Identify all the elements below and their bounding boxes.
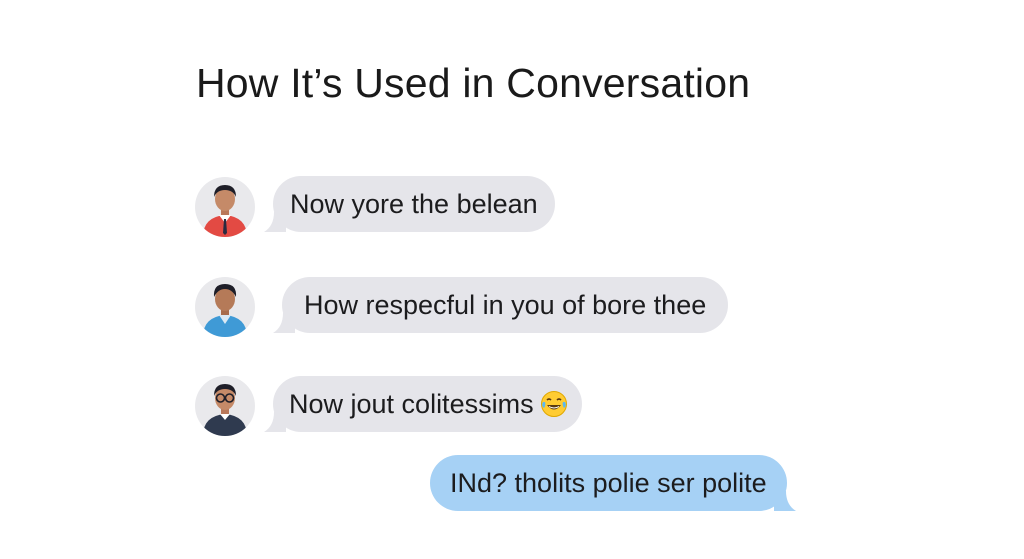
man-glasses-icon [203, 384, 247, 436]
bubble-tail [273, 309, 295, 333]
avatar[interactable] [195, 277, 255, 337]
man-red-shirt-icon [203, 185, 247, 237]
message-bubble-incoming[interactable]: Now jout colitessims [264, 376, 582, 432]
avatar[interactable] [195, 177, 255, 237]
bubble-tail [773, 487, 796, 511]
message-text: How respecful in you of bore thee [304, 289, 707, 320]
laughing-tears-emoji-icon [540, 390, 568, 418]
message-text: Now yore the belean [290, 188, 538, 219]
message-text: Now jout colitessims [289, 388, 534, 419]
avatar[interactable] [195, 376, 255, 436]
bubble-tail [264, 208, 286, 232]
message-bubble-outgoing[interactable]: INd? tholits polie ser polite [430, 455, 796, 511]
message-bubble-incoming[interactable]: How respecful in you of bore thee [273, 277, 729, 333]
message-bubble-incoming[interactable]: Now yore the belean [264, 176, 555, 232]
page-title: How It’s Used in Conversation [196, 60, 751, 106]
message-text: INd? tholits polie ser polite [450, 467, 767, 498]
bubble-tail [264, 408, 286, 432]
man-blue-shirt-icon [203, 284, 247, 337]
